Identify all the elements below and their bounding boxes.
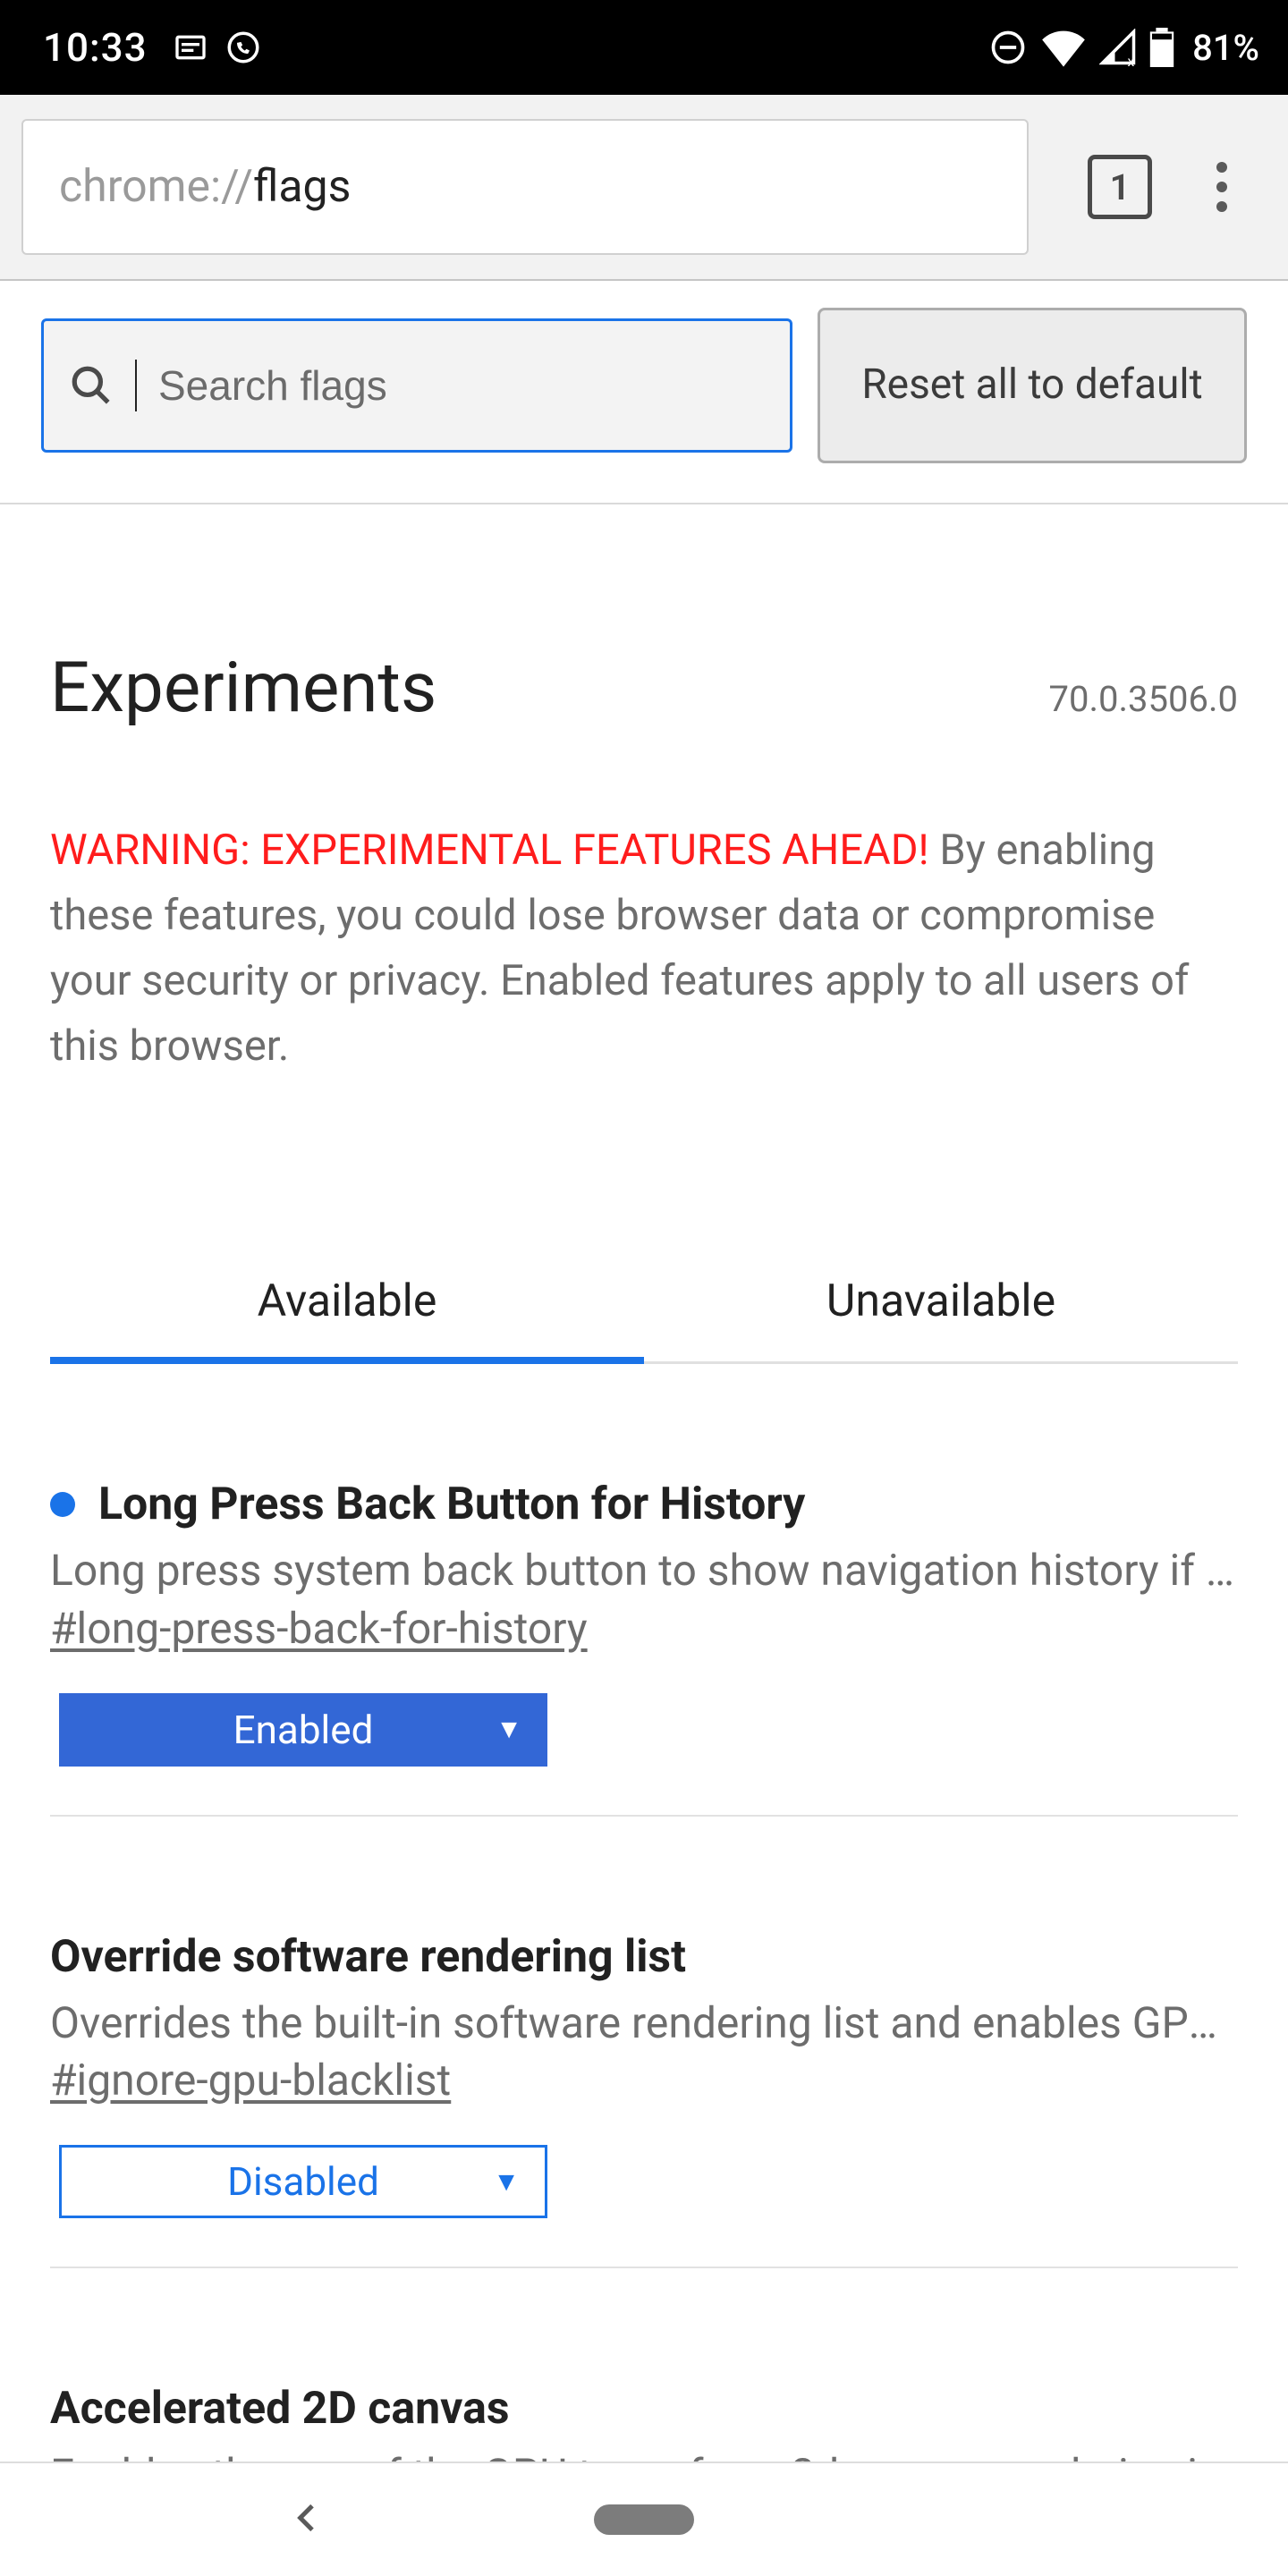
back-button[interactable]	[290, 2500, 326, 2539]
flag-select-value: Disabled	[227, 2158, 379, 2205]
whatsapp-icon	[225, 29, 262, 66]
flag-title: Accelerated 2D canvas	[50, 2383, 510, 2435]
flag-description: Long press system back button to show na…	[50, 1543, 1238, 1598]
chevron-down-icon: ▼	[496, 1714, 522, 1745]
search-icon	[69, 363, 114, 408]
search-input[interactable]	[158, 361, 765, 410]
search-row: Reset all to default	[0, 281, 1288, 504]
battery-icon	[1149, 28, 1174, 67]
flag-title: Long Press Back Button for History	[98, 1479, 805, 1530]
tab-unavailable[interactable]: Unavailable	[644, 1275, 1238, 1361]
menu-button[interactable]	[1195, 160, 1249, 214]
tab-available[interactable]: Available	[50, 1275, 644, 1361]
notification-icon	[173, 30, 208, 65]
svg-text:x: x	[1128, 53, 1135, 66]
modified-dot-icon	[50, 1492, 75, 1517]
battery-percentage: 81%	[1192, 27, 1259, 69]
url-bar[interactable]: chrome://flags	[21, 119, 1029, 255]
flag-hash-link[interactable]: #ignore-gpu-blacklist	[50, 2055, 1238, 2106]
flag-item: Override software rendering list Overrid…	[50, 1817, 1238, 2268]
flag-select-value: Enabled	[233, 1707, 374, 1753]
reset-all-button[interactable]: Reset all to default	[818, 308, 1247, 463]
flag-select[interactable]: Enabled ▼	[59, 1693, 547, 1767]
clock: 10:33	[43, 24, 148, 71]
home-pill[interactable]	[594, 2504, 694, 2535]
dnd-icon	[988, 28, 1028, 67]
warning-prefix: WARNING: EXPERIMENTAL FEATURES AHEAD!	[50, 826, 939, 875]
flag-hash-link[interactable]: #long-press-back-for-history	[50, 1603, 1238, 1654]
search-flags-box[interactable]	[41, 318, 792, 453]
android-status-bar: 10:33 x 81%	[0, 0, 1288, 95]
android-nav-bar	[0, 2462, 1288, 2576]
flag-item: Long Press Back Button for History Long …	[50, 1364, 1238, 1816]
url-scheme: chrome://	[59, 161, 253, 213]
version-text: 70.0.3506.0	[1049, 678, 1238, 720]
wifi-icon	[1040, 28, 1087, 67]
flag-title: Override software rendering list	[50, 1931, 686, 1983]
warning-text: WARNING: EXPERIMENTAL FEATURES AHEAD! By…	[50, 818, 1238, 1079]
flag-description: Overrides the built-in software renderin…	[50, 1996, 1238, 2051]
page-title: Experiments	[50, 648, 436, 729]
tabs: Available Unavailable	[50, 1275, 1238, 1364]
browser-toolbar: chrome://flags 1	[0, 95, 1288, 281]
page-content: Experiments 70.0.3506.0 WARNING: EXPERIM…	[0, 504, 1288, 2558]
text-caret	[135, 360, 137, 411]
cell-signal-icon: x	[1099, 29, 1137, 66]
flag-select[interactable]: Disabled ▼	[59, 2145, 547, 2218]
tab-switcher-button[interactable]: 1	[1088, 155, 1152, 219]
chevron-down-icon: ▼	[493, 2166, 520, 2198]
url-path: flags	[253, 161, 351, 213]
